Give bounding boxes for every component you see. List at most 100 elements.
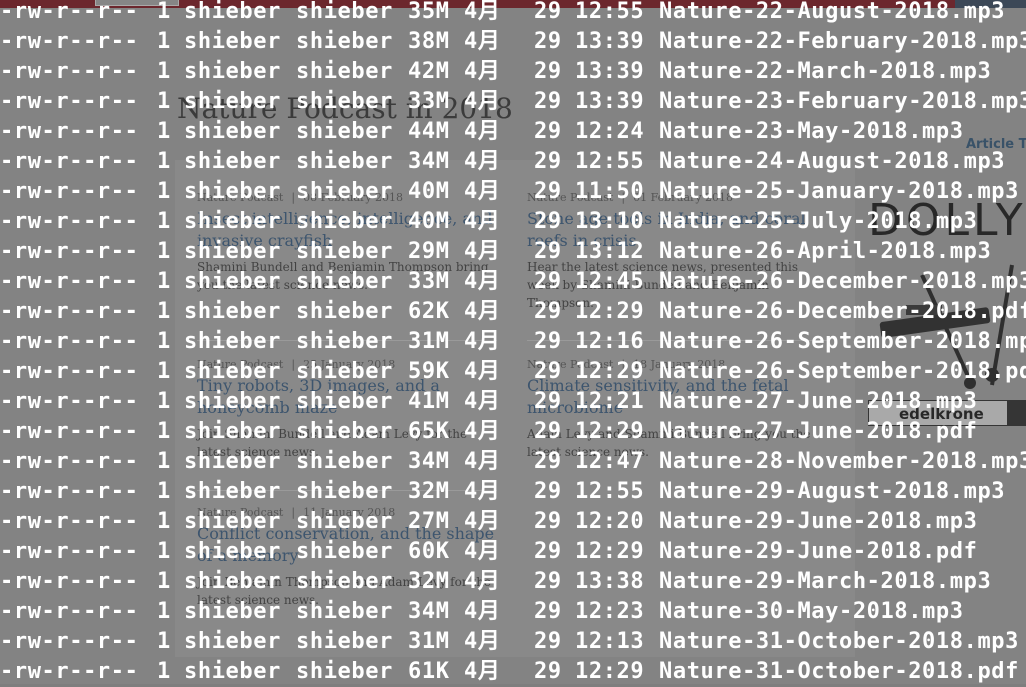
file-time: 12:13: [575, 629, 645, 654]
file-month: 4月: [464, 59, 501, 84]
file-owner: shieber: [184, 329, 281, 354]
file-permissions: -rw-r--r--: [0, 629, 139, 654]
file-group: shieber: [296, 449, 393, 474]
file-name: Nature-29-March-2018.mp3: [659, 569, 992, 594]
file-permissions: -rw-r--r--: [0, 179, 139, 204]
file-month: 4月: [464, 389, 501, 414]
file-time: 13:39: [575, 89, 645, 114]
file-month: 4月: [464, 29, 501, 54]
link-count: 1: [157, 539, 171, 564]
file-day: 29: [534, 359, 562, 384]
file-group: shieber: [296, 269, 393, 294]
link-count: 1: [157, 29, 171, 54]
file-owner: shieber: [184, 59, 281, 84]
terminal-line: -rw-r--r-- 1 shieber shieber 65K 4月 29 12:29 Nat…: [0, 417, 1026, 447]
file-month: 4月: [464, 299, 501, 324]
file-time: 12:47: [575, 449, 645, 474]
file-group: shieber: [296, 479, 393, 504]
link-count: 1: [157, 599, 171, 624]
file-day: 29: [534, 599, 562, 624]
terminal-line: -rw-r--r-- 1 shieber shieber 31M 4月 29 12:13 Nat…: [0, 627, 1026, 657]
file-time: 12:29: [575, 299, 645, 324]
file-size: 38M: [408, 29, 450, 54]
file-permissions: -rw-r--r--: [0, 419, 139, 444]
file-group: shieber: [296, 419, 393, 444]
file-day: 29: [534, 269, 562, 294]
file-group: shieber: [296, 179, 393, 204]
terminal-line: -rw-r--r-- 1 shieber shieber 34M 4月 29 12:23 Nat…: [0, 597, 1026, 627]
file-group: shieber: [296, 89, 393, 114]
file-month: 4月: [464, 509, 501, 534]
terminal-line: -rw-r--r-- 1 shieber shieber 61K 4月 29 12:29 Nat…: [0, 657, 1026, 687]
file-owner: shieber: [184, 209, 281, 234]
file-day: 29: [534, 59, 562, 84]
terminal-line: -rw-r--r-- 1 shieber shieber 38M 4月 29 13:39 Nat…: [0, 27, 1026, 57]
link-count: 1: [157, 509, 171, 534]
file-permissions: -rw-r--r--: [0, 119, 139, 144]
file-group: shieber: [296, 359, 393, 384]
file-group: shieber: [296, 29, 393, 54]
file-group: shieber: [296, 59, 393, 84]
file-time: 12:45: [575, 269, 645, 294]
file-time: 13:38: [575, 569, 645, 594]
file-permissions: -rw-r--r--: [0, 269, 139, 294]
file-permissions: -rw-r--r--: [0, 569, 139, 594]
link-count: 1: [157, 269, 171, 294]
file-name: Nature-29-August-2018.mp3: [659, 479, 1006, 504]
file-name: Nature-26-September-2018.mp3: [659, 329, 1026, 354]
file-group: shieber: [296, 659, 393, 684]
file-day: 29: [534, 389, 562, 414]
terminal-line: -rw-r--r-- 1 shieber shieber 60K 4月 29 12:29 Nat…: [0, 537, 1026, 567]
file-permissions: -rw-r--r--: [0, 299, 139, 324]
link-count: 1: [157, 629, 171, 654]
file-owner: shieber: [184, 389, 281, 414]
link-count: 1: [157, 209, 171, 234]
file-owner: shieber: [184, 629, 281, 654]
terminal-line: -rw-r--r-- 1 shieber shieber 59K 4月 29 12:29 Nat…: [0, 357, 1026, 387]
file-name: Nature-25-July-2018.mp3: [659, 209, 978, 234]
file-permissions: -rw-r--r--: [0, 659, 139, 684]
file-size: 40M: [408, 209, 450, 234]
link-count: 1: [157, 239, 171, 264]
file-size: 42M: [408, 59, 450, 84]
terminal-line: -rw-r--r-- 1 shieber shieber 42M 4月 29 13:39 Nat…: [0, 57, 1026, 87]
file-month: 4月: [464, 539, 501, 564]
file-month: 4月: [464, 659, 501, 684]
file-name: Nature-27-June-2018.pdf: [659, 419, 978, 444]
file-month: 4月: [464, 329, 501, 354]
file-time: 12:24: [575, 119, 645, 144]
file-permissions: -rw-r--r--: [0, 359, 139, 384]
link-count: 1: [157, 359, 171, 384]
file-owner: shieber: [184, 179, 281, 204]
file-day: 29: [534, 449, 562, 474]
file-name: Nature-26-December-2018.pdf: [659, 299, 1026, 324]
file-size: 27M: [408, 509, 450, 534]
file-owner: shieber: [184, 479, 281, 504]
file-owner: shieber: [184, 269, 281, 294]
file-size: 34M: [408, 599, 450, 624]
terminal-line: -rw-r--r-- 1 shieber shieber 29M 4月 29 13:12 Nat…: [0, 237, 1026, 267]
file-owner: shieber: [184, 89, 281, 114]
file-name: Nature-26-September-2018.pdf: [659, 359, 1026, 384]
file-name: Nature-29-June-2018.mp3: [659, 509, 978, 534]
file-permissions: -rw-r--r--: [0, 479, 139, 504]
file-group: shieber: [296, 569, 393, 594]
file-day: 29: [534, 239, 562, 264]
file-name: Nature-22-February-2018.mp3: [659, 29, 1026, 54]
link-count: 1: [157, 329, 171, 354]
terminal-line: -rw-r--r-- 1 shieber shieber 32M 4月 29 12:55 Nat…: [0, 477, 1026, 507]
terminal-line: -rw-r--r-- 1 shieber shieber 44M 4月 29 12:24 Nat…: [0, 117, 1026, 147]
file-month: 4月: [464, 179, 501, 204]
file-size: 31M: [408, 629, 450, 654]
file-size: 44M: [408, 119, 450, 144]
link-count: 1: [157, 0, 171, 24]
file-permissions: -rw-r--r--: [0, 149, 139, 174]
file-month: 4月: [464, 419, 501, 444]
file-time: 13:39: [575, 59, 645, 84]
file-owner: shieber: [184, 569, 281, 594]
file-size: 32M: [408, 569, 450, 594]
file-day: 29: [534, 209, 562, 234]
file-name: Nature-31-October-2018.mp3: [659, 629, 1019, 654]
file-name: Nature-27-June-2018.mp3: [659, 389, 978, 414]
terminal-overlay[interactable]: -rw-r--r-- 1 shieber shieber 35M 4月 29 12:55 Nat…: [0, 0, 1026, 684]
